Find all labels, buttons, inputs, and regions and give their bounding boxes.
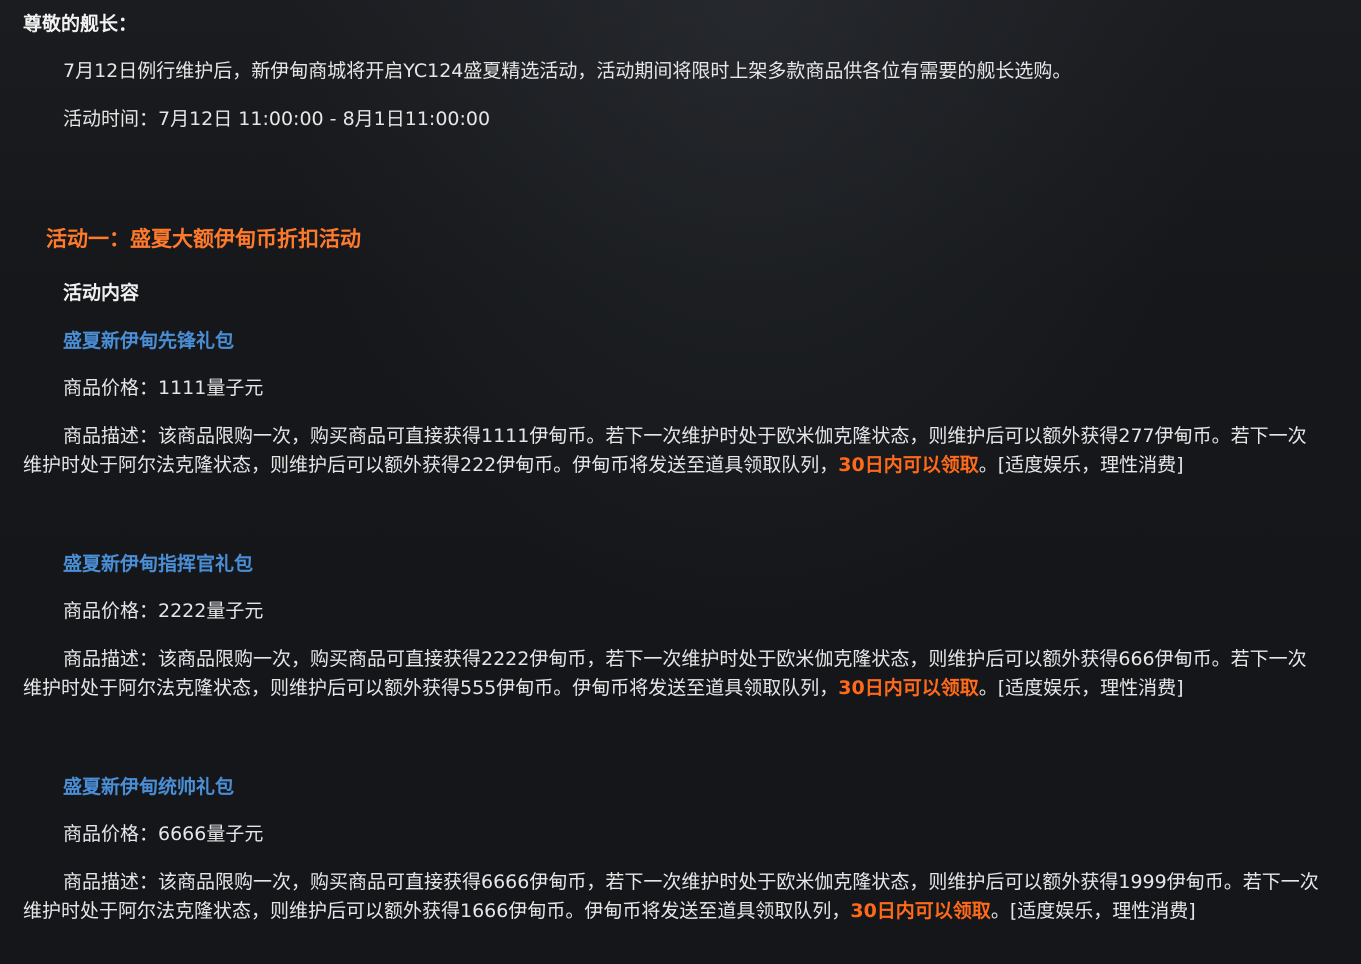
greeting: 尊敬的舰长： xyxy=(23,13,138,35)
item-description: 商品描述：该商品限购一次，购买商品可直接获得6666伊甸币，若下一次维护时处于欧… xyxy=(23,868,1323,926)
claim-deadline-highlight: 30日内可以领取 xyxy=(838,677,979,699)
item-description-suffix: 。[适度娱乐，理性消费] xyxy=(978,454,1184,476)
item-description: 商品描述：该商品限购一次，购买商品可直接获得1111伊甸币。若下一次维护时处于欧… xyxy=(23,422,1323,480)
claim-deadline-highlight: 30日内可以领取 xyxy=(850,900,991,922)
event-time: 活动时间：7月12日 11:00:00 - 8月1日11:00:00 xyxy=(63,108,491,130)
item-name-marshal: 盛夏新伊甸统帅礼包 xyxy=(63,776,235,798)
item-description-suffix: 。[适度娱乐，理性消费] xyxy=(990,900,1196,922)
item-price: 商品价格：1111量子元 xyxy=(63,377,264,399)
item-price: 商品价格：6666量子元 xyxy=(63,823,264,845)
section-title: 活动一：盛夏大额伊甸币折扣活动 xyxy=(46,227,361,251)
item-name-commander: 盛夏新伊甸指挥官礼包 xyxy=(63,553,254,575)
item-name-vanguard: 盛夏新伊甸先锋礼包 xyxy=(63,330,235,352)
item-description-suffix: 。[适度娱乐，理性消费] xyxy=(978,677,1184,699)
intro-paragraph: 7月12日例行维护后，新伊甸商城将开启YC124盛夏精选活动，活动期间将限时上架… xyxy=(63,60,1072,82)
content-heading: 活动内容 xyxy=(63,282,140,304)
claim-deadline-highlight: 30日内可以领取 xyxy=(838,454,979,476)
announcement-page: 尊敬的舰长： 7月12日例行维护后，新伊甸商城将开启YC124盛夏精选活动，活动… xyxy=(0,0,1361,964)
item-description: 商品描述：该商品限购一次，购买商品可直接获得2222伊甸币，若下一次维护时处于欧… xyxy=(23,645,1323,703)
item-price: 商品价格：2222量子元 xyxy=(63,600,264,622)
